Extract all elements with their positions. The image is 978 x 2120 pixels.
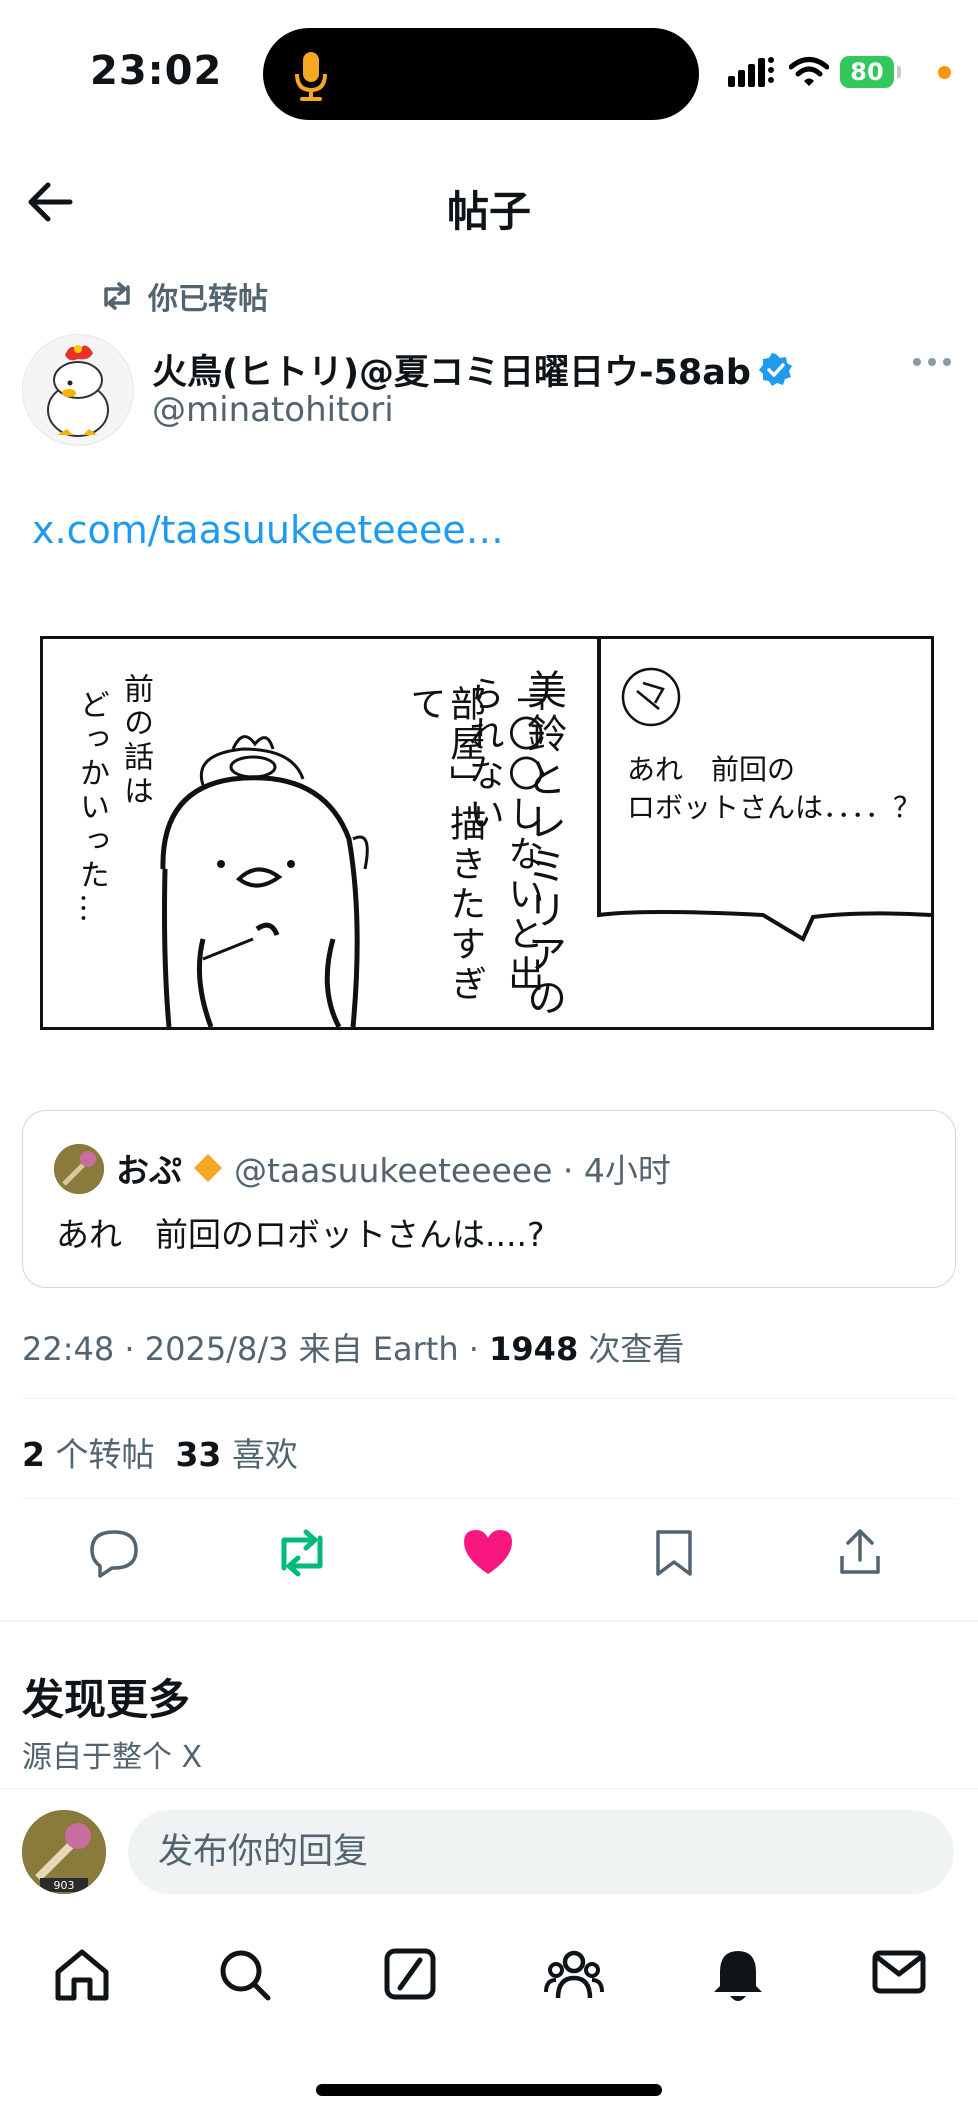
discover-heading: 发现更多 [22, 1675, 191, 1724]
like-count-label[interactable]: 喜欢 [221, 1435, 298, 1474]
quoted-avatar-image [54, 1144, 104, 1194]
quoted-author-name: おぷ [116, 1151, 182, 1190]
privacy-dot [938, 66, 951, 79]
bookmark-icon[interactable] [654, 1528, 694, 1578]
page-title: 帖子 [446, 187, 531, 236]
author-name[interactable]: 火鳥(ヒトリ)@夏コミ日曜日ウ-58ab [152, 344, 751, 395]
author-avatar[interactable] [22, 334, 134, 446]
mic-icon [295, 52, 327, 101]
bubble-line-2: ロボットさんは．．．．？ [627, 791, 922, 824]
avatar-badge-text: 903 [54, 1879, 75, 1892]
home-icon[interactable] [54, 1948, 110, 2002]
repost-count-label[interactable]: 个转帖 [45, 1435, 154, 1474]
reply-icon[interactable] [88, 1528, 140, 1578]
repost-action-icon[interactable] [274, 1528, 330, 1578]
search-icon[interactable] [218, 1948, 272, 2002]
like-icon[interactable] [462, 1528, 514, 1576]
repost-indicator: 你已转帖 [100, 274, 268, 318]
view-label: 次查看 [578, 1330, 685, 1368]
comic-vertical-text-5: どっかいった… [74, 689, 109, 927]
communities-icon[interactable] [544, 1948, 604, 2002]
like-count[interactable]: 33 [175, 1435, 221, 1474]
quoted-text: あれ 前回のロボットさんは....? [56, 1215, 545, 1254]
post-timestamp: 22:48 · 2025/8/3 来自 Earth · [22, 1330, 490, 1368]
section-divider [0, 1620, 978, 1622]
diamond-icon [194, 1154, 222, 1182]
notifications-icon[interactable] [712, 1948, 764, 2004]
post-link[interactable]: x.com/taasuukeeteeee… [32, 508, 504, 552]
quoted-handle-time: @taasuukeeteeeee · 4小时 [234, 1151, 671, 1190]
author-name-row[interactable]: 火鳥(ヒトリ)@夏コミ日曜日ウ-58ab [152, 344, 793, 395]
more-icon[interactable] [912, 355, 952, 369]
messages-icon[interactable] [872, 1948, 926, 1996]
post-image[interactable]: あれ 前回の ロボットさんは．．．．？ 美鈴とレミリアの 「〇〇しないと出られな… [40, 636, 934, 1030]
verified-badge-icon [758, 352, 792, 386]
discover-subtitle: 源自于整个 X [22, 1740, 203, 1775]
my-avatar[interactable]: 903 [22, 1810, 106, 1894]
bubble-line-1: あれ 前回の [627, 753, 796, 786]
divider [22, 1498, 956, 1499]
divider [22, 1398, 956, 1399]
repost-label: 你已转帖 [148, 282, 268, 317]
repost-icon [104, 282, 130, 310]
bubble-text: あれ 前回の ロボットさんは．．．．？ [627, 751, 921, 827]
quoted-post-card[interactable] [22, 1110, 956, 1288]
share-icon[interactable] [838, 1528, 882, 1576]
post-meta: 22:48 · 2025/8/3 来自 Earth · 1948 次查看 [22, 1324, 684, 1370]
battery-tip [897, 66, 901, 78]
comic-vertical-text-4: 前の話は [118, 673, 153, 809]
reply-divider [0, 1788, 978, 1789]
status-time: 23:02 [90, 48, 223, 94]
author-handle[interactable]: @minatohitori [152, 390, 394, 430]
quoted-author-row: おぷ @taasuukeeteeeee · 4小时 [116, 1144, 671, 1192]
grok-icon[interactable] [384, 1948, 436, 2000]
author-avatar-image [47, 345, 109, 437]
home-indicator[interactable] [316, 2084, 662, 2096]
comic-vertical-text-3: 部屋」描きたすぎて [404, 685, 486, 1005]
post-stats: 2 个转帖 33 喜欢 [22, 1428, 298, 1476]
reply-input[interactable] [128, 1810, 954, 1894]
view-count: 1948 [489, 1330, 579, 1368]
repost-count[interactable]: 2 [22, 1435, 45, 1474]
wifi-icon [789, 57, 829, 86]
quoted-author-avatar [54, 1144, 104, 1194]
my-avatar-image: 903 [22, 1810, 106, 1894]
signal-icon [728, 57, 774, 87]
battery-indicator: 80 [840, 56, 894, 88]
